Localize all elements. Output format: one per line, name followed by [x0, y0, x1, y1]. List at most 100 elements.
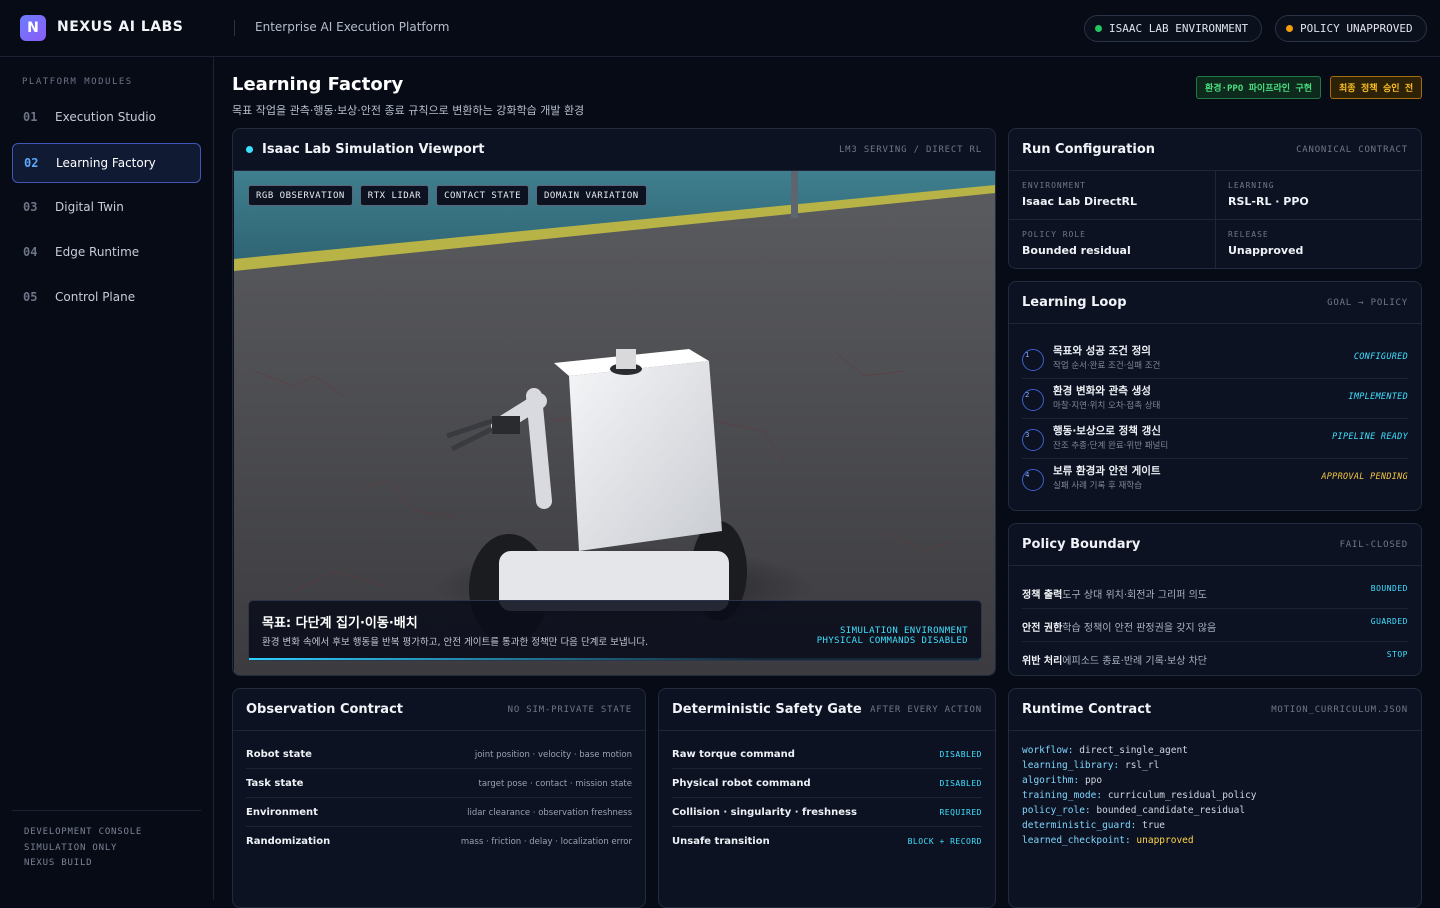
tag-domain-variation[interactable]: DOMAIN VARIATION: [536, 185, 647, 206]
config-value: Bounded residual: [1022, 244, 1131, 257]
panel-title: Run Configuration: [1022, 142, 1156, 157]
code-line: training_mode: curriculum_residual_polic…: [1022, 788, 1257, 803]
status-dot-icon: [1095, 25, 1102, 32]
live-dot-icon: [246, 146, 253, 153]
nav-label: Learning Factory: [56, 156, 156, 170]
row-status: REQUIRED: [939, 808, 982, 817]
row-label: Task state: [246, 778, 304, 789]
goal-overlay: 목표: 다단계 집기·이동·배치 환경 변화 속에서 후보 행동을 반복 평가하…: [248, 600, 982, 661]
safety-row: Physical robot command DISABLED: [672, 769, 982, 798]
step-number-icon: 2: [1022, 389, 1044, 411]
status-pill-environment[interactable]: ISAAC LAB ENVIRONMENT: [1084, 15, 1263, 42]
brand-logo[interactable]: N: [20, 15, 46, 41]
nav-number: 02: [24, 156, 39, 170]
panel-header: Observation Contract NO SIM-PRIVATE STAT…: [233, 689, 645, 731]
panel-title: Learning Loop: [1022, 295, 1127, 310]
runtime-code-block[interactable]: workflow: direct_single_agent learning_l…: [1022, 743, 1257, 848]
sidebar-item-digital-twin[interactable]: 03 Digital Twin: [12, 187, 201, 227]
code-line: workflow: direct_single_agent: [1022, 743, 1257, 758]
safety-row: Unsafe transition BLOCK + RECORD: [672, 827, 982, 856]
status-pill-policy[interactable]: POLICY UNAPPROVED: [1275, 15, 1427, 42]
step-title: 목표와 성공 조건 정의: [1053, 345, 1151, 357]
row-label: Unsafe transition: [672, 836, 770, 847]
code-value: direct_single_agent: [1079, 745, 1188, 756]
loop-step[interactable]: 4 보류 환경과 안전 게이트 실패 사례 기록 후 재학습 APPROVAL …: [1022, 459, 1408, 499]
code-key: deterministic_guard:: [1022, 820, 1137, 831]
sidebar: PLATFORM MODULES 01 Execution Studio 02 …: [0, 57, 214, 900]
simulation-canvas[interactable]: RGB OBSERVATION RTX LIDAR CONTACT STATE …: [234, 171, 995, 675]
sidebar-footer: DEVELOPMENT CONSOLE SIMULATION ONLY NEXU…: [12, 810, 201, 872]
status-pill-label: POLICY UNAPPROVED: [1300, 22, 1413, 35]
goal-progress-bar: [249, 658, 981, 660]
row-value: lidar clearance · observation freshness: [467, 808, 632, 818]
sidebar-item-control-plane[interactable]: 05 Control Plane: [12, 277, 201, 317]
boundary-row: 안전 권한학습 정책이 안전 판정권을 갖지 않음 GUARDED: [1022, 609, 1408, 642]
panel-header: Learning Loop GOAL → POLICY: [1009, 282, 1421, 324]
brand-name[interactable]: NEXUS AI LABS: [57, 19, 183, 35]
boundary-label: 정책 출력도구 상대 위치·회전과 그리퍼 의도: [1022, 586, 1207, 601]
sidebar-item-learning-factory[interactable]: 02 Learning Factory: [12, 143, 201, 183]
nav-number: 03: [23, 200, 38, 214]
config-cell-release: RELEASE Unapproved: [1215, 220, 1421, 268]
sensor-tag-group: RGB OBSERVATION RTX LIDAR CONTACT STATE …: [248, 185, 647, 206]
boundary-status: BOUNDED: [1370, 584, 1408, 593]
sidebar-item-edge-runtime[interactable]: 04 Edge Runtime: [12, 232, 201, 272]
panel-meta: MOTION_CURRICULUM.JSON: [1271, 704, 1408, 715]
config-key: ENVIRONMENT: [1022, 181, 1086, 190]
goal-status-line: PHYSICAL COMMANDS DISABLED: [816, 636, 968, 646]
boundary-name: 안전 권한: [1022, 623, 1063, 634]
boundary-desc: 도구 상대 위치·회전과 그리퍼 의도: [1062, 590, 1207, 601]
code-value: rsl_rl: [1124, 760, 1160, 771]
code-key: policy_role:: [1022, 805, 1091, 816]
simulation-viewport-panel: Isaac Lab Simulation Viewport LM3 SERVIN…: [232, 128, 996, 676]
step-description: 작업 순서·완료 조건·실패 조건: [1053, 361, 1161, 371]
panel-title: Deterministic Safety Gate: [672, 702, 862, 717]
panel-header: Isaac Lab Simulation Viewport LM3 SERVIN…: [233, 129, 995, 171]
nav-label: Edge Runtime: [55, 245, 140, 259]
config-cell-learning: LEARNING RSL-RL · PPO: [1215, 171, 1421, 220]
config-value: Unapproved: [1228, 244, 1304, 257]
step-description: 마찰·지연·위치 오차·접촉 상태: [1053, 401, 1161, 411]
boundary-status: STOP: [1386, 650, 1408, 659]
page-title: Learning Factory: [232, 74, 404, 95]
code-key: learned_checkpoint:: [1022, 835, 1131, 846]
tag-contact-state[interactable]: CONTACT STATE: [436, 185, 530, 206]
code-value: bounded_candidate_residual: [1096, 805, 1246, 816]
panel-title: Policy Boundary: [1022, 537, 1141, 552]
nav-number: 01: [23, 110, 38, 124]
goal-status-line: SIMULATION ENVIRONMENT: [839, 626, 968, 636]
row-value: mass · friction · delay · localization e…: [460, 837, 632, 847]
loop-step[interactable]: 2 환경 변화와 관측 생성 마찰·지연·위치 오차·접촉 상태 IMPLEME…: [1022, 379, 1408, 419]
config-value: Isaac Lab DirectRL: [1022, 195, 1138, 208]
tag-rtx-lidar[interactable]: RTX LIDAR: [359, 185, 430, 206]
footer-line: NEXUS BUILD: [24, 858, 93, 868]
panel-title: Observation Contract: [246, 702, 403, 717]
row-label: Raw torque command: [672, 749, 795, 760]
step-description: 실패 사례 기록 후 재학습: [1053, 481, 1143, 491]
step-status: PIPELINE READY: [1332, 432, 1408, 442]
row-status: DISABLED: [939, 750, 982, 759]
learning-loop-panel: Learning Loop GOAL → POLICY 1 목표와 성공 조건 …: [1008, 281, 1422, 511]
code-value: true: [1142, 820, 1166, 831]
tag-rgb-observation[interactable]: RGB OBSERVATION: [248, 185, 353, 206]
panel-title: Runtime Contract: [1022, 702, 1152, 717]
loop-step[interactable]: 1 목표와 성공 조건 정의 작업 순서·완료 조건·실패 조건 CONFIGU…: [1022, 339, 1408, 379]
safety-row: Collision · singularity · freshness REQU…: [672, 798, 982, 827]
goal-status: SIMULATION ENVIRONMENT PHYSICAL COMMANDS…: [817, 626, 968, 646]
sidebar-item-execution-studio[interactable]: 01 Execution Studio: [12, 97, 201, 137]
loop-step[interactable]: 3 행동·보상으로 정책 갱신 잔조 추종·단계 완료·위반 패널티 PIPEL…: [1022, 419, 1408, 459]
boundary-label: 위반 처리에피소드 종료·반례 기록·보상 차단: [1022, 652, 1207, 667]
code-line: policy_role: bounded_candidate_residual: [1022, 803, 1257, 818]
panel-meta: NO SIM-PRIVATE STATE: [507, 704, 632, 715]
nav-label: Digital Twin: [55, 200, 124, 214]
panel-header: Runtime Contract MOTION_CURRICULUM.JSON: [1009, 689, 1421, 731]
panel-header: Policy Boundary FAIL-CLOSED: [1009, 524, 1421, 566]
status-badge-pipeline: 환경·PPO 파이프라인 구현: [1196, 76, 1322, 99]
runtime-contract-panel: Runtime Contract MOTION_CURRICULUM.JSON …: [1008, 688, 1422, 908]
safety-row: Raw torque command DISABLED: [672, 740, 982, 769]
code-value: ppo: [1084, 775, 1103, 786]
step-title: 보류 환경과 안전 게이트: [1053, 465, 1161, 477]
row-label: Randomization: [246, 836, 331, 847]
config-value: RSL-RL · PPO: [1228, 195, 1309, 208]
config-key: POLICY ROLE: [1022, 230, 1086, 239]
